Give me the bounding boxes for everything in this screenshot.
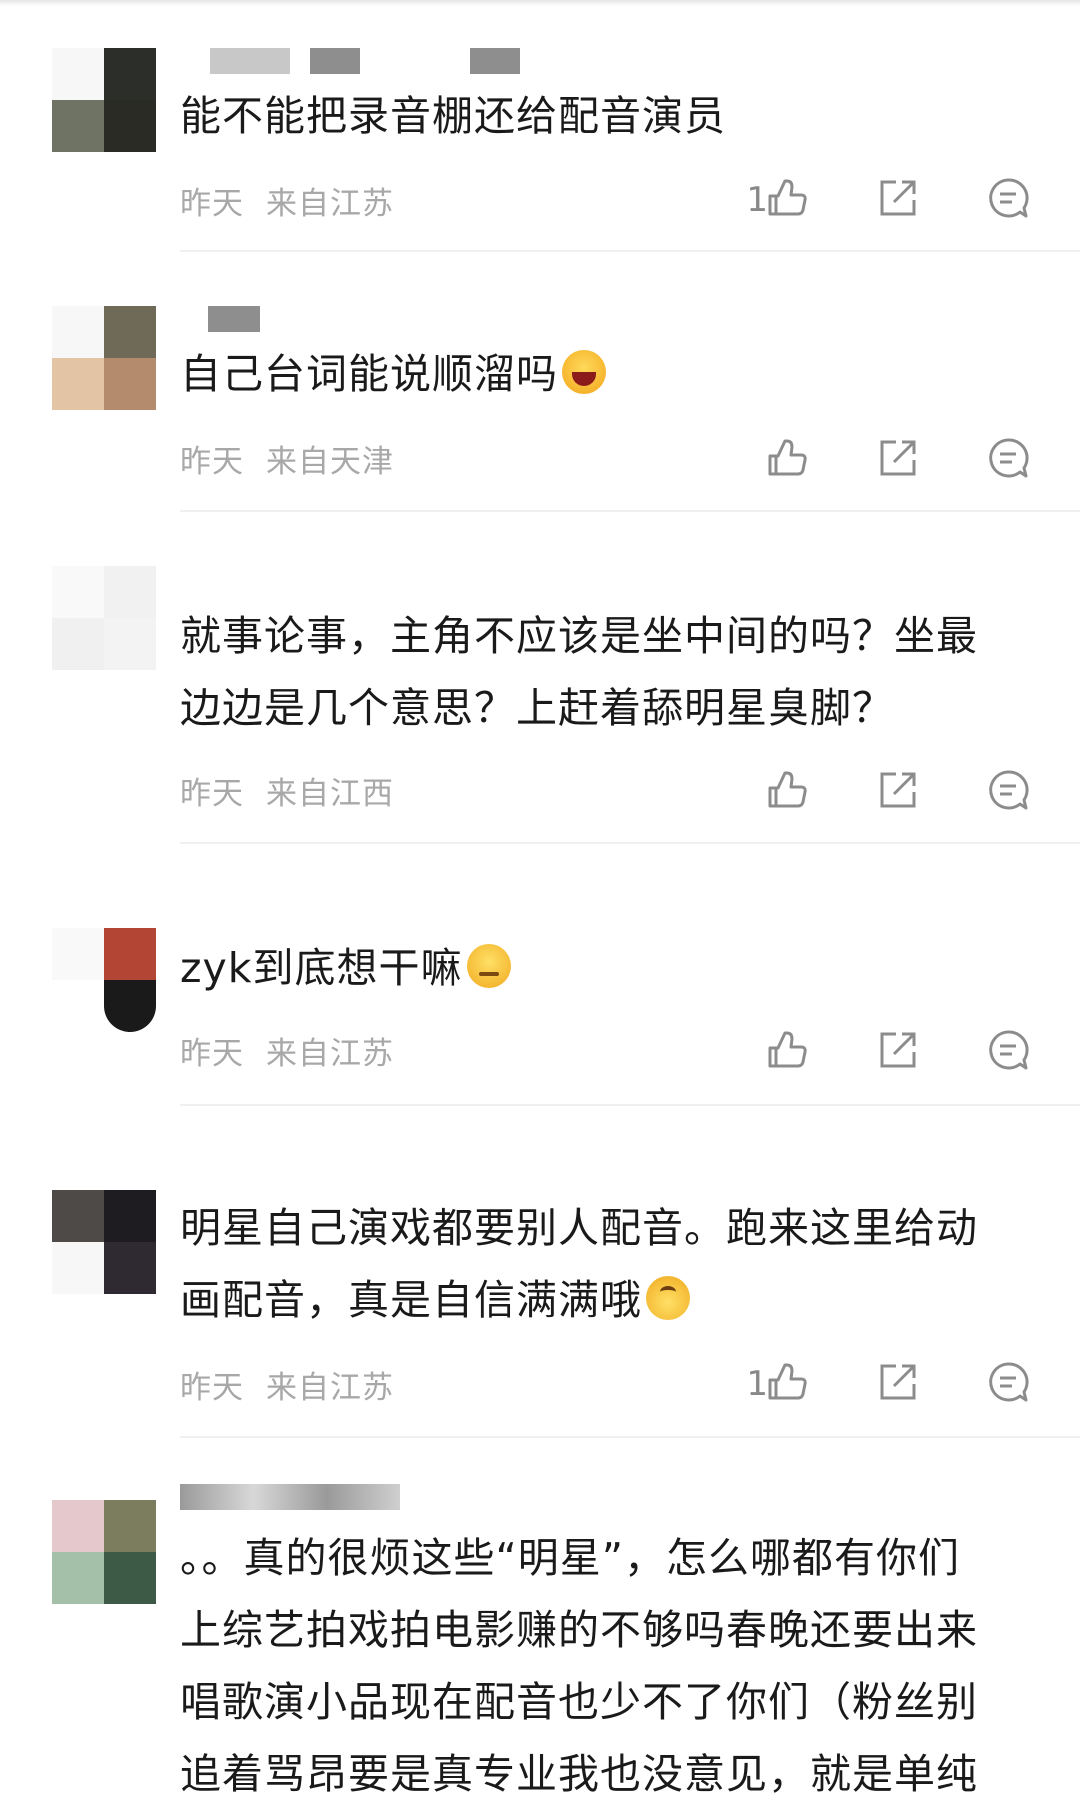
share-icon[interactable] bbox=[876, 1360, 920, 1404]
top-shadow bbox=[0, 0, 1080, 6]
comment-time: 昨天 bbox=[180, 1036, 244, 1072]
comment-icon[interactable] bbox=[986, 436, 1030, 480]
comment-actions bbox=[700, 768, 1030, 818]
avatar[interactable] bbox=[52, 48, 156, 152]
share-icon[interactable] bbox=[876, 768, 920, 812]
comment-location: 来自江苏 bbox=[266, 1036, 394, 1072]
comment-location: 来自江苏 bbox=[266, 1370, 394, 1406]
avatar[interactable] bbox=[52, 928, 156, 1032]
comment-actions: 1 bbox=[700, 176, 1030, 226]
avatar[interactable] bbox=[52, 1500, 156, 1604]
comment-time: 昨天 bbox=[180, 444, 244, 480]
comment-icon[interactable] bbox=[986, 1028, 1030, 1072]
upside-down-face-emoji-icon bbox=[646, 1276, 690, 1320]
comment-actions bbox=[700, 436, 1030, 486]
comment-text: zyk到底想干嘛 bbox=[180, 932, 1040, 1004]
comment-text: 就事论事，主角不应该是坐中间的吗？坐最 边边是几个意思？上赶着舔明星臭脚？ bbox=[180, 612, 978, 732]
avatar[interactable] bbox=[52, 306, 156, 410]
comment-meta: 昨天 来自江苏 bbox=[180, 178, 394, 223]
comment-text: 明星自己演戏都要别人配音。跑来这里给动 画配音，真是自信满满哦 bbox=[180, 1192, 1040, 1336]
comment-text: 自己台词能说顺溜吗 bbox=[180, 338, 1040, 410]
comment-icon[interactable] bbox=[986, 1360, 1030, 1404]
comment-meta: 昨天 来自江西 bbox=[180, 768, 394, 813]
comment-time: 昨天 bbox=[180, 776, 244, 812]
share-icon[interactable] bbox=[876, 176, 920, 220]
comment-text: 。。真的很烦这些“明星”，怎么哪都有你们 上综艺拍戏拍电影赚的不够吗春晚还要出来… bbox=[180, 1534, 978, 1798]
share-icon[interactable] bbox=[876, 1028, 920, 1072]
comment-meta: 昨天 来自江苏 bbox=[180, 1362, 394, 1407]
comment-meta: 昨天 来自天津 bbox=[180, 436, 394, 481]
thumbs-up-icon[interactable] bbox=[764, 1360, 808, 1404]
thumbs-up-icon[interactable] bbox=[764, 176, 808, 220]
comment-actions bbox=[700, 1028, 1030, 1078]
comment-location: 来自江苏 bbox=[266, 186, 394, 222]
comment-time: 昨天 bbox=[180, 186, 244, 222]
laughing-emoji-icon bbox=[562, 350, 606, 394]
comment-location: 来自天津 bbox=[266, 444, 394, 480]
comment-text-content: 自己台词能说顺溜吗 bbox=[180, 350, 558, 398]
divider bbox=[180, 842, 1080, 844]
divider bbox=[180, 1104, 1080, 1106]
comment-time: 昨天 bbox=[180, 1370, 244, 1406]
sweat-smile-emoji-icon bbox=[466, 944, 511, 988]
comment-text-content: 明星自己演戏都要别人配音。跑来这里给动 画配音，真是自信满满哦 bbox=[180, 1204, 978, 1324]
comment-meta: 昨天 来自江苏 bbox=[180, 1028, 394, 1073]
divider bbox=[180, 250, 1080, 252]
comment-text: 能不能把录音棚还给配音演员 bbox=[180, 92, 726, 140]
avatar[interactable] bbox=[52, 566, 156, 670]
comment-actions: 1 bbox=[700, 1360, 1030, 1410]
comment-icon[interactable] bbox=[986, 176, 1030, 220]
divider bbox=[180, 510, 1080, 512]
share-icon[interactable] bbox=[876, 436, 920, 480]
thumbs-up-icon[interactable] bbox=[764, 768, 808, 812]
comment-icon[interactable] bbox=[986, 768, 1030, 812]
avatar[interactable] bbox=[52, 1190, 156, 1294]
divider bbox=[180, 1436, 1080, 1438]
comment-text-content: zyk到底想干嘛 bbox=[180, 944, 463, 992]
comment-location: 来自江西 bbox=[266, 776, 394, 812]
thumbs-up-icon[interactable] bbox=[764, 436, 808, 480]
thumbs-up-icon[interactable] bbox=[764, 1028, 808, 1072]
